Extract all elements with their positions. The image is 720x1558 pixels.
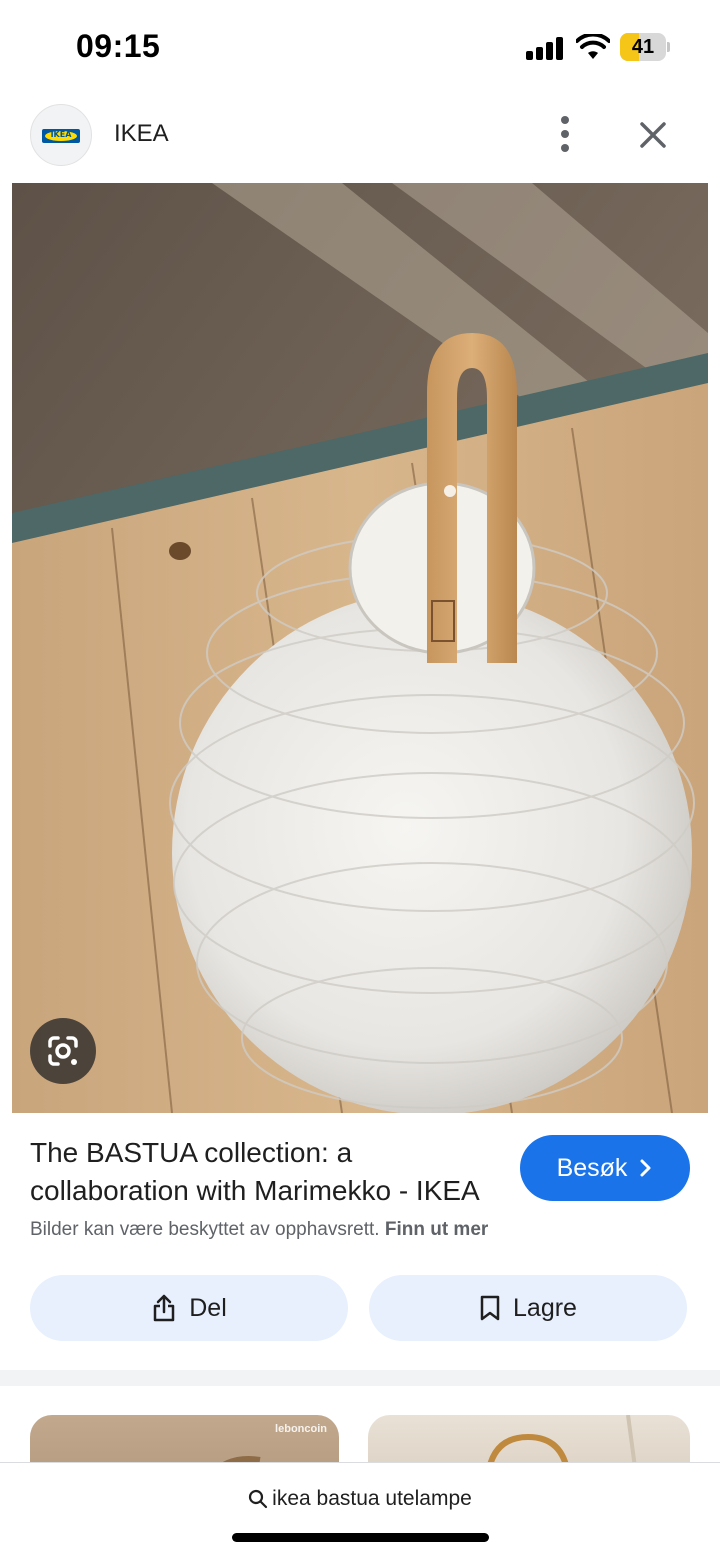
learn-more-link[interactable]: Finn ut mer [385,1219,488,1240]
status-bar: 09:15 41 [0,0,720,96]
google-lens-button[interactable] [30,1018,96,1084]
bookmark-icon [480,1295,500,1321]
visit-button[interactable]: Besøk [520,1135,690,1201]
main-image[interactable] [12,183,708,1113]
thumbnail-watermark: leboncoin [275,1423,327,1435]
site-name[interactable]: IKEA [114,120,169,148]
section-divider [0,1370,720,1386]
battery-level: 41 [631,36,655,58]
lantern-photo [12,183,708,1113]
more-options-button[interactable] [545,112,585,156]
result-title[interactable]: The BASTUA collection: a collaboration w… [30,1134,500,1210]
save-button[interactable]: Lagre [369,1275,687,1341]
search-query[interactable]: ikea bastua utelampe [0,1487,720,1511]
battery-icon: 41 [620,33,670,61]
copyright-text: Bilder kan være beskyttet av opphavsrett… [30,1219,380,1240]
home-indicator[interactable] [232,1533,489,1542]
search-icon [249,1489,268,1509]
viewer-header: IKEA IKEA [0,96,720,176]
share-label: Del [189,1293,227,1322]
close-button[interactable] [632,114,674,156]
signal-icon [526,36,564,60]
share-button[interactable]: Del [30,1275,348,1341]
copyright-notice: Bilder kan være beskyttet av opphavsrett… [30,1219,488,1241]
search-query-text: ikea bastua utelampe [272,1487,472,1510]
wifi-icon [576,34,610,59]
chevron-right-icon [640,1159,651,1177]
share-icon [153,1294,175,1322]
save-label: Lagre [513,1293,577,1322]
ikea-logo-icon: IKEA [42,129,80,143]
close-icon [640,122,666,148]
status-time: 09:15 [76,28,161,64]
visit-label: Besøk [556,1153,628,1182]
more-vertical-icon [561,116,569,124]
site-logo[interactable]: IKEA [30,104,92,166]
lens-icon [48,1036,78,1066]
bottom-search-bar[interactable]: ikea bastua utelampe [0,1462,720,1558]
